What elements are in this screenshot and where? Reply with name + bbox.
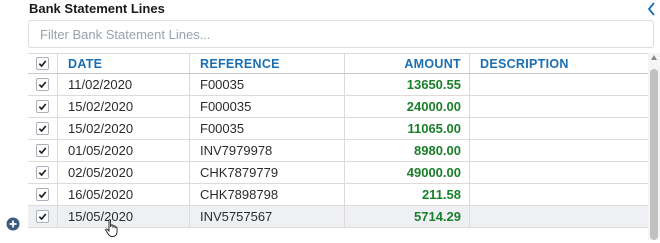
cell-amount: 211.58: [345, 184, 470, 205]
cell-reference: INV7979978: [190, 140, 345, 161]
row-select-cell: [28, 118, 58, 139]
cell-amount: 11065.00: [345, 118, 470, 139]
row-select-cell: [28, 96, 58, 117]
row-select-cell: [28, 74, 58, 95]
row-checkbox[interactable]: [36, 122, 49, 135]
filter-box: [28, 20, 654, 48]
column-header-date[interactable]: DATE: [58, 54, 190, 73]
checkmark-icon: [38, 125, 47, 133]
panel-header: Bank Statement Lines: [0, 0, 660, 20]
cell-description: [470, 206, 648, 227]
rows-container: 11/02/2020 F00035 13650.55 15/02/2020 F00003…: [28, 74, 648, 228]
select-all-checkbox[interactable]: [36, 57, 49, 70]
table-row[interactable]: 11/02/2020 F00035 13650.55: [28, 74, 648, 96]
cell-date: 01/05/2020: [58, 140, 190, 161]
row-checkbox[interactable]: [36, 144, 49, 157]
bank-statement-grid: DATE REFERENCE AMOUNT DESCRIPTION 11/02/…: [28, 53, 648, 241]
cell-reference: INV5757567: [190, 206, 345, 227]
row-select-cell: [28, 184, 58, 205]
cell-date: 02/05/2020: [58, 162, 190, 183]
cell-date: 11/02/2020: [58, 74, 190, 95]
cell-amount: 8980.00: [345, 140, 470, 161]
column-header-amount[interactable]: AMOUNT: [345, 54, 470, 73]
checkmark-icon: [38, 169, 47, 177]
table-row[interactable]: 02/05/2020 CHK7879779 49000.00: [28, 162, 648, 184]
cell-date: 15/02/2020: [58, 96, 190, 117]
cell-reference: F00035: [190, 118, 345, 139]
row-checkbox[interactable]: [36, 78, 49, 91]
cell-description: [470, 140, 648, 161]
column-header-reference[interactable]: REFERENCE: [190, 54, 345, 73]
cell-date: 15/02/2020: [58, 118, 190, 139]
checkmark-icon: [38, 60, 47, 68]
chevron-left-icon[interactable]: [644, 0, 660, 18]
cell-description: [470, 162, 648, 183]
table-row[interactable]: 15/02/2020 F00035 11065.00: [28, 118, 648, 140]
cell-date: 15/05/2020: [58, 206, 190, 227]
row-select-cell: [28, 206, 58, 227]
table-row[interactable]: 15/05/2020 INV5757567 5714.29: [28, 206, 648, 228]
select-all-cell: [28, 54, 58, 73]
cell-amount: 5714.29: [345, 206, 470, 227]
hand-pointer-icon: [104, 218, 120, 238]
cell-date: 16/05/2020: [58, 184, 190, 205]
row-checkbox[interactable]: [36, 210, 49, 223]
plus-circle-icon[interactable]: [6, 217, 20, 231]
cell-reference: F00035: [190, 74, 345, 95]
row-checkbox[interactable]: [36, 100, 49, 113]
cell-reference: CHK7879779: [190, 162, 345, 183]
table-row[interactable]: 01/05/2020 INV7979978 8980.00: [28, 140, 648, 162]
scroll-up-arrow-icon[interactable]: [651, 55, 657, 60]
row-checkbox[interactable]: [36, 166, 49, 179]
cell-description: [470, 118, 648, 139]
row-checkbox[interactable]: [36, 188, 49, 201]
cell-reference: CHK7898798: [190, 184, 345, 205]
cell-amount: 49000.00: [345, 162, 470, 183]
cell-description: [470, 184, 648, 205]
checkmark-icon: [38, 191, 47, 199]
cell-description: [470, 96, 648, 117]
column-header-description[interactable]: DESCRIPTION: [470, 54, 648, 73]
cell-reference: F000035: [190, 96, 345, 117]
cell-amount: 24000.00: [345, 96, 470, 117]
filter-input[interactable]: [29, 21, 640, 47]
table-row[interactable]: 16/05/2020 CHK7898798 211.58: [28, 184, 648, 206]
checkmark-icon: [38, 213, 47, 221]
row-select-cell: [28, 140, 58, 161]
header-row: DATE REFERENCE AMOUNT DESCRIPTION: [28, 54, 648, 74]
checkmark-icon: [38, 81, 47, 89]
checkmark-icon: [38, 103, 47, 111]
table-row[interactable]: 15/02/2020 F000035 24000.00: [28, 96, 648, 118]
panel-title: Bank Statement Lines: [29, 1, 165, 16]
row-select-cell: [28, 162, 58, 183]
vertical-scrollbar[interactable]: [648, 53, 660, 240]
cell-description: [470, 74, 648, 95]
checkmark-icon: [38, 147, 47, 155]
cell-amount: 13650.55: [345, 74, 470, 95]
scroll-thumb[interactable]: [650, 69, 658, 240]
